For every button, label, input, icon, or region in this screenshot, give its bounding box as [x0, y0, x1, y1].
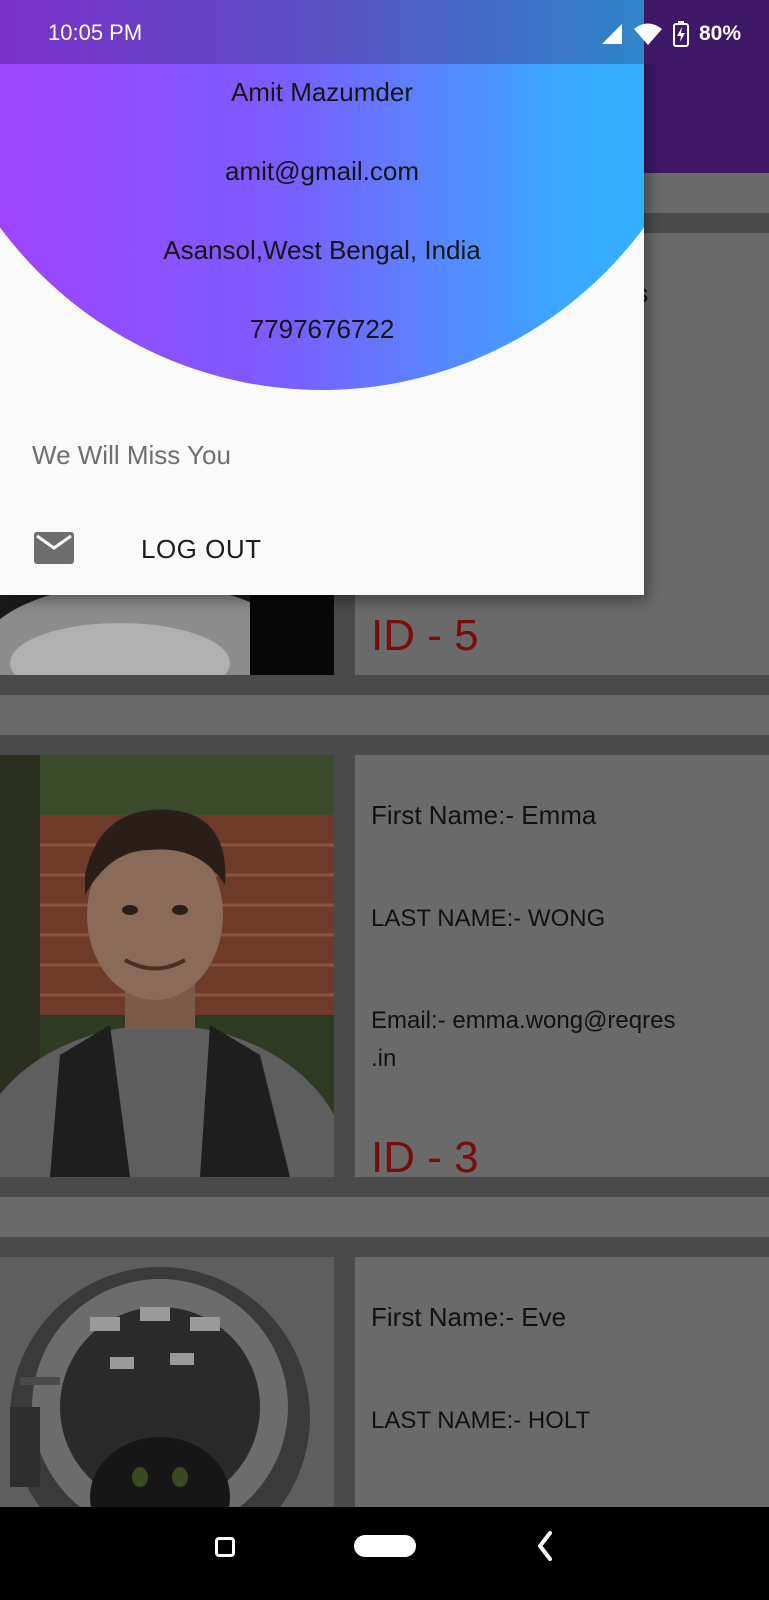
user-avatar-image [0, 1257, 334, 1507]
home-button[interactable] [354, 1535, 416, 1557]
user-name: Amit Mazumder [230, 77, 414, 107]
status-bar: 10:05 PM 80% [0, 0, 769, 64]
user-card-info[interactable]: First Name:- Eve LAST NAME:- HOLT [355, 1257, 769, 1507]
battery-charging-icon [672, 21, 689, 47]
user-avatar-image [0, 755, 334, 1177]
first-name-text: First Name:- Eve [371, 1302, 567, 1332]
card-separator [0, 1197, 769, 1237]
user-id-text: ID - 3 [371, 1133, 479, 1182]
user-phone: 7797676722 [249, 314, 395, 344]
logout-menu-item[interactable]: LOG OUT [0, 520, 644, 580]
drawer-subtitle: We Will Miss You [32, 440, 231, 470]
user-card-info[interactable]: First Name:- Emma LAST NAME:- WONG Email… [355, 755, 769, 1182]
battery-percent: 80% [698, 22, 741, 45]
mail-icon [34, 532, 74, 564]
email-text-continued: .in [371, 1045, 397, 1072]
system-nav-bar [0, 1507, 769, 1600]
navigation-drawer[interactable]: Amit Mazumder amit@gmail.com Asansol,Wes… [0, 0, 644, 595]
last-name-text: LAST NAME:- WONG [371, 905, 606, 932]
last-name-text: LAST NAME:- HOLT [371, 1407, 591, 1434]
recents-button[interactable] [215, 1537, 235, 1557]
back-button[interactable] [534, 1529, 556, 1563]
status-time: 10:05 PM [48, 20, 143, 45]
user-address: Asansol,West Bengal, India [163, 235, 481, 265]
user-id-text: ID - 5 [371, 611, 479, 660]
avatar-photo [0, 755, 334, 1177]
user-email: amit@gmail.com [225, 156, 419, 186]
wifi-icon [633, 23, 662, 45]
email-text: Email:- emma.wong@reqres [371, 1007, 676, 1034]
cell-signal-icon [601, 24, 622, 44]
logout-label: LOG OUT [141, 534, 262, 564]
first-name-text: First Name:- Emma [371, 800, 597, 830]
avatar-photo [0, 1257, 334, 1507]
card-separator [0, 695, 769, 735]
